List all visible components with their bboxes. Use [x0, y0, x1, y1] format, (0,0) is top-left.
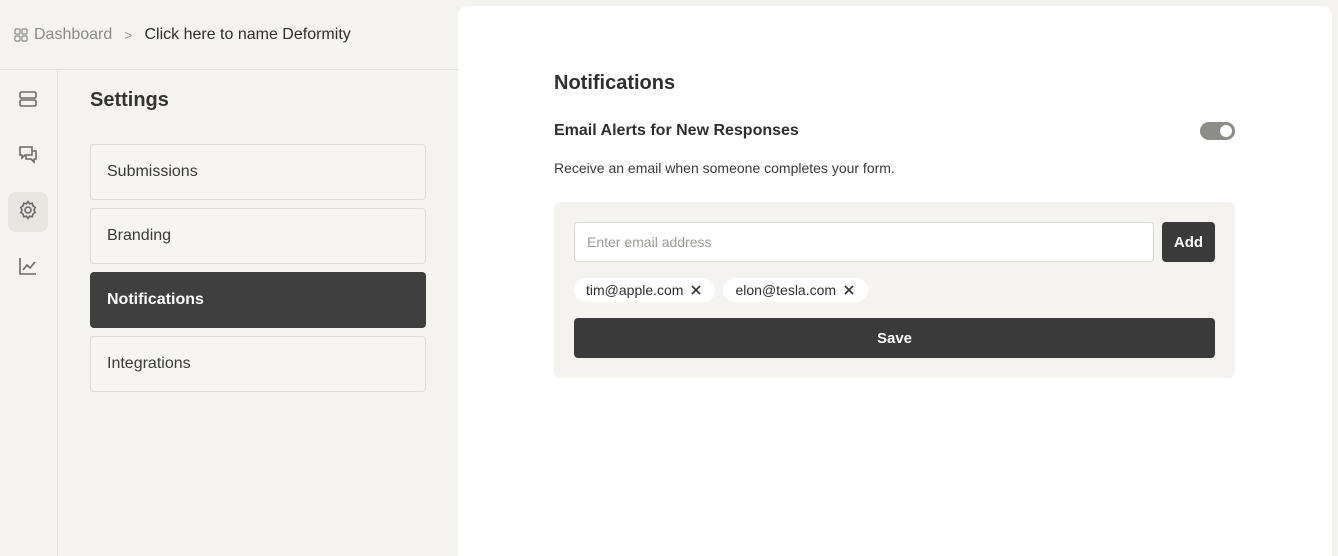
email-alerts-description: Receive an email when someone completes … — [554, 160, 895, 176]
add-email-button[interactable]: Add — [1162, 222, 1215, 262]
email-chip: elon@tesla.com — [723, 278, 869, 302]
breadcrumb: Dashboard > Click here to name Deformity — [0, 0, 458, 70]
close-icon[interactable] — [842, 283, 856, 297]
chart-icon — [17, 255, 39, 282]
app-window: Dashboard > Click here to name Deformity — [0, 0, 1338, 556]
gear-icon — [17, 199, 39, 226]
rail-submissions-button[interactable] — [8, 81, 48, 121]
breadcrumb-dashboard-link[interactable]: Dashboard — [34, 26, 112, 44]
settings-item-branding[interactable]: Branding — [90, 208, 426, 264]
form-name-title[interactable]: Click here to name Deformity — [144, 26, 350, 44]
settings-item-submissions[interactable]: Submissions — [90, 144, 426, 200]
toggle-knob — [1220, 125, 1232, 137]
rail-settings-button[interactable] — [8, 192, 48, 232]
email-chip: tim@apple.com — [574, 278, 716, 302]
settings-item-notifications[interactable]: Notifications — [90, 272, 426, 328]
email-alerts-label: Email Alerts for New Responses — [554, 122, 799, 139]
email-input[interactable] — [574, 222, 1154, 262]
email-chips: tim@apple.com elon@tesla.com — [574, 278, 869, 302]
settings-item-integrations[interactable]: Integrations — [90, 336, 426, 392]
section-title: Notifications — [554, 72, 676, 94]
email-alerts-toggle[interactable] — [1200, 122, 1235, 140]
grid-icon — [14, 27, 28, 42]
layers-icon — [17, 88, 39, 115]
chat-icon — [17, 143, 39, 170]
close-icon[interactable] — [689, 283, 703, 297]
main-panel: Notifications Email Alerts for New Respo… — [458, 6, 1332, 556]
icon-rail — [0, 71, 58, 556]
rail-responses-button[interactable] — [8, 136, 48, 176]
settings-title: Settings — [90, 89, 169, 111]
rail-analytics-button[interactable] — [8, 248, 48, 288]
email-chip-label: elon@tesla.com — [735, 282, 837, 298]
email-recipients-box: Add tim@apple.com elon@tesla.com — [554, 202, 1235, 378]
email-chip-label: tim@apple.com — [586, 282, 684, 298]
breadcrumb-separator: > — [124, 26, 133, 43]
save-button[interactable]: Save — [574, 318, 1215, 358]
